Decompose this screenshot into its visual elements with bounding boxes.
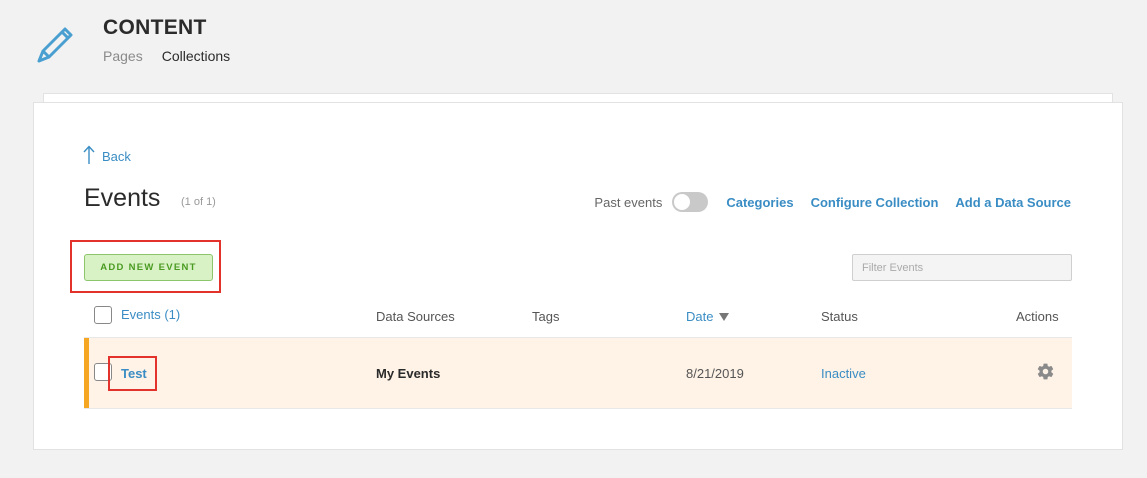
page-title: Events (84, 184, 161, 212)
configure-collection-link[interactable]: Configure Collection (811, 195, 939, 210)
app-title: CONTENT (103, 16, 207, 39)
nav-pages[interactable]: Pages (103, 48, 143, 64)
content-subnav: Pages Collections (103, 48, 230, 64)
collection-toolbar: Past events Categories Configure Collect… (594, 192, 1071, 212)
nav-collections[interactable]: Collections (162, 48, 230, 64)
sort-down-icon (719, 312, 730, 321)
column-header-tags: Tags (532, 309, 560, 324)
annotation-box (108, 356, 157, 391)
filter-events-input[interactable] (852, 254, 1072, 281)
toggle-knob (674, 194, 691, 210)
table-row (84, 337, 1072, 409)
select-all-checkbox[interactable] (94, 306, 112, 324)
column-header-actions: Actions (1016, 309, 1059, 324)
event-date: 8/21/2019 (686, 366, 744, 381)
column-header-status: Status (821, 309, 858, 324)
row-accent-bar (84, 338, 89, 408)
pencil-icon (37, 27, 73, 63)
item-count: (1 of 1) (181, 196, 216, 208)
add-new-event-button[interactable]: ADD NEW EVENT (84, 254, 213, 281)
column-header-data-sources: Data Sources (376, 309, 455, 324)
past-events-label: Past events (594, 194, 663, 210)
past-events-toggle[interactable] (672, 192, 709, 212)
back-link[interactable]: Back (83, 145, 131, 165)
add-data-source-link[interactable]: Add a Data Source (955, 195, 1071, 210)
column-header-events[interactable]: Events (1) (121, 307, 180, 322)
column-header-date-label: Date (686, 309, 714, 324)
gear-icon[interactable] (1036, 362, 1055, 381)
back-label: Back (102, 149, 131, 164)
event-data-source: My Events (376, 366, 441, 381)
arrow-up-icon (83, 145, 95, 164)
event-status[interactable]: Inactive (821, 366, 866, 381)
categories-link[interactable]: Categories (726, 195, 793, 210)
column-header-date[interactable]: Date (686, 309, 730, 324)
